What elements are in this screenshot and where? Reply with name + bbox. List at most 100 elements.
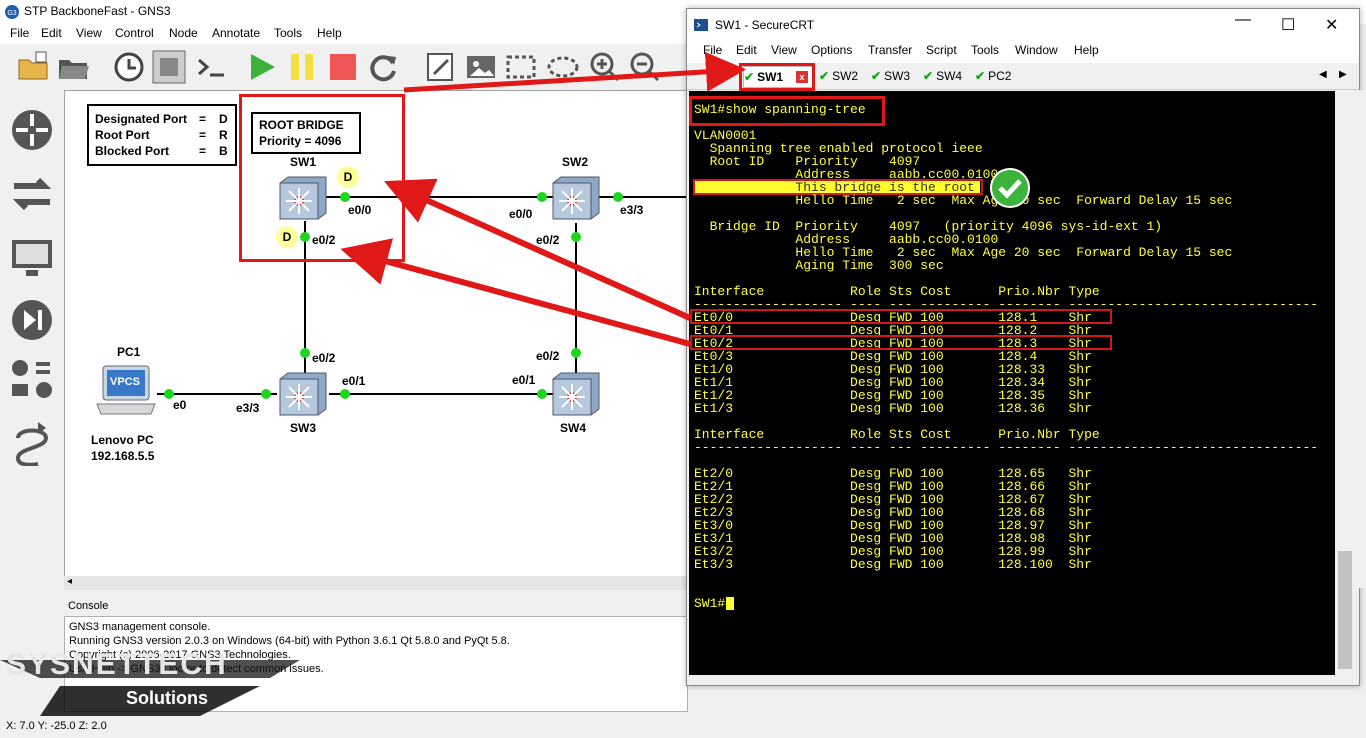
new-project-icon[interactable] — [16, 50, 50, 84]
sw2-e00-label: e0/0 — [509, 207, 533, 221]
close-icon[interactable]: ✕ — [1325, 15, 1338, 35]
menu-annotate[interactable]: Annotate — [212, 26, 260, 40]
switches-icon[interactable] — [8, 170, 56, 218]
tab-sw1-highlight — [739, 63, 815, 91]
reload-icon[interactable] — [366, 50, 400, 84]
start-icon[interactable] — [245, 50, 279, 84]
console-icon[interactable] — [194, 50, 228, 84]
crt-menu-script[interactable]: Script — [926, 43, 957, 57]
crt-menu-tools[interactable]: Tools — [971, 43, 999, 57]
session-tabs: ✔ SW1 x ✔ SW2 ✔ SW3 ✔ SW4 ✔ PC2 ◀ ▶ — [687, 63, 1359, 91]
sw1-e00-label: e0/0 — [348, 203, 372, 217]
gns3-right-scrollbar[interactable] — [1352, 90, 1366, 588]
tab-pc2[interactable]: ✔ PC2 — [975, 66, 1011, 86]
sw3-label: SW3 — [290, 421, 317, 435]
sw3-e01-port-dot — [340, 389, 350, 399]
sw4-e01-label: e0/1 — [512, 373, 536, 387]
crt-menu-window[interactable]: Window — [1015, 43, 1058, 57]
terminal-command: SW1#show spanning-tree — [694, 102, 866, 117]
minimize-icon[interactable]: — — [1235, 11, 1251, 29]
crt-menu-help[interactable]: Help — [1074, 43, 1099, 57]
row-et00-highlight — [690, 309, 1112, 324]
sw3-switch-icon[interactable] — [278, 371, 328, 417]
zoom-out-icon[interactable] — [628, 50, 662, 84]
scroll-left-icon[interactable]: ◂ — [67, 576, 72, 587]
terminal-screen[interactable]: SW1#show spanning-tree VLAN0001 Spanning… — [689, 91, 1335, 675]
sw3-e02-port-dot — [300, 348, 310, 358]
terminal-line: Aging Time 300 sec — [694, 258, 944, 273]
add-link-icon[interactable] — [8, 418, 56, 466]
connected-check-icon: ✔ — [819, 69, 830, 83]
sw1-e02-designated-badge: D — [276, 226, 298, 248]
show-interfaces-icon[interactable] — [152, 50, 186, 84]
scrollbar-thumb[interactable] — [1338, 551, 1352, 669]
pc1-vpcs-label: VPCS — [110, 376, 140, 388]
row-et02-highlight — [690, 335, 1112, 350]
maximize-icon[interactable]: ☐ — [1281, 15, 1295, 35]
sw4-e02-label: e0/2 — [536, 349, 560, 363]
pc1-label: PC1 — [117, 345, 141, 359]
securecrt-window-title: SW1 - SecureCRT — [715, 18, 815, 32]
securecrt-title-bar: SW1 - SecureCRT — ☐ ✕ — [687, 9, 1359, 41]
crt-menu-edit[interactable]: Edit — [736, 43, 757, 57]
terminal-line: Hello Time 2 sec Max Age 20 sec Forward … — [694, 193, 1233, 208]
security-devices-icon[interactable] — [8, 296, 56, 344]
rectangle-icon[interactable] — [504, 50, 538, 84]
sw3-e33-label: e3/3 — [236, 401, 260, 415]
menu-control[interactable]: Control — [115, 26, 154, 40]
menu-edit[interactable]: Edit — [41, 26, 62, 40]
crt-menu-file[interactable]: File — [703, 43, 722, 57]
gns3-menu-bar: File Edit View Control Node Annotate Too… — [0, 24, 690, 44]
tab-label: SW2 — [832, 69, 859, 83]
sw4-switch-icon[interactable] — [551, 371, 601, 417]
sw1-switch-icon[interactable] — [278, 175, 328, 221]
end-devices-icon[interactable] — [8, 234, 56, 282]
sw2-e02-port-dot — [571, 232, 581, 242]
sysnettech-watermark: SYSNETTECH Solutions — [0, 646, 320, 718]
canvas-horizontal-scrollbar[interactable]: ◂ — [64, 576, 686, 590]
menu-file[interactable]: File — [10, 26, 29, 40]
crt-menu-transfer[interactable]: Transfer — [868, 43, 912, 57]
tab-sw4[interactable]: ✔ SW4 — [923, 66, 962, 86]
zoom-in-icon[interactable] — [588, 50, 622, 84]
stop-icon[interactable] — [326, 50, 360, 84]
menu-tools[interactable]: Tools — [274, 26, 302, 40]
routers-icon[interactable] — [8, 106, 56, 154]
pc1-e0-label: e0 — [173, 398, 187, 412]
securecrt-app-icon — [694, 19, 708, 31]
snapshot-clock-icon[interactable] — [112, 50, 146, 84]
open-folder-icon[interactable] — [56, 50, 90, 84]
connected-check-icon: ✔ — [871, 69, 882, 83]
menu-view[interactable]: View — [76, 26, 102, 40]
topology-canvas[interactable]: Designated Port = D Root Port = R Blocke… — [64, 90, 688, 590]
sw2-label: SW2 — [562, 155, 589, 169]
pc1-ip-label: 192.168.5.5 — [91, 449, 155, 463]
sw3-e02-label: e0/2 — [312, 351, 336, 365]
all-devices-icon[interactable] — [8, 356, 56, 404]
status-bar: X: 7.0 Y: -25.0 Z: 2.0 — [0, 716, 1366, 738]
sw3-e01-label: e0/1 — [342, 374, 366, 388]
tab-scroll-right-icon[interactable]: ▶ — [1339, 69, 1347, 80]
port-legend: Designated Port = D Root Port = R Blocke… — [87, 104, 237, 166]
tab-label: PC2 — [988, 69, 1012, 83]
note-icon[interactable] — [424, 50, 458, 84]
sw4-label: SW4 — [560, 421, 587, 435]
sw2-switch-icon[interactable] — [551, 175, 601, 221]
ellipse-icon[interactable] — [546, 50, 580, 84]
console-title: Console — [68, 600, 109, 612]
sw2-e00-port-dot — [537, 192, 547, 202]
tab-scroll-left-icon[interactable]: ◀ — [1319, 69, 1327, 80]
menu-node[interactable]: Node — [169, 26, 198, 40]
crt-menu-options[interactable]: Options — [811, 43, 852, 57]
menu-help[interactable]: Help — [317, 26, 342, 40]
crt-menu-view[interactable]: View — [771, 43, 797, 57]
sw4-e02-port-dot — [571, 348, 581, 358]
tab-sw2[interactable]: ✔ SW2 — [819, 66, 858, 86]
pause-icon[interactable] — [285, 50, 319, 84]
image-icon[interactable] — [464, 50, 498, 84]
tab-sw3[interactable]: ✔ SW3 — [871, 66, 910, 86]
green-check-icon — [990, 168, 1030, 208]
pc1-computer-icon[interactable] — [95, 364, 157, 424]
device-dock — [0, 90, 64, 710]
sw1-e00-port-dot — [340, 192, 350, 202]
